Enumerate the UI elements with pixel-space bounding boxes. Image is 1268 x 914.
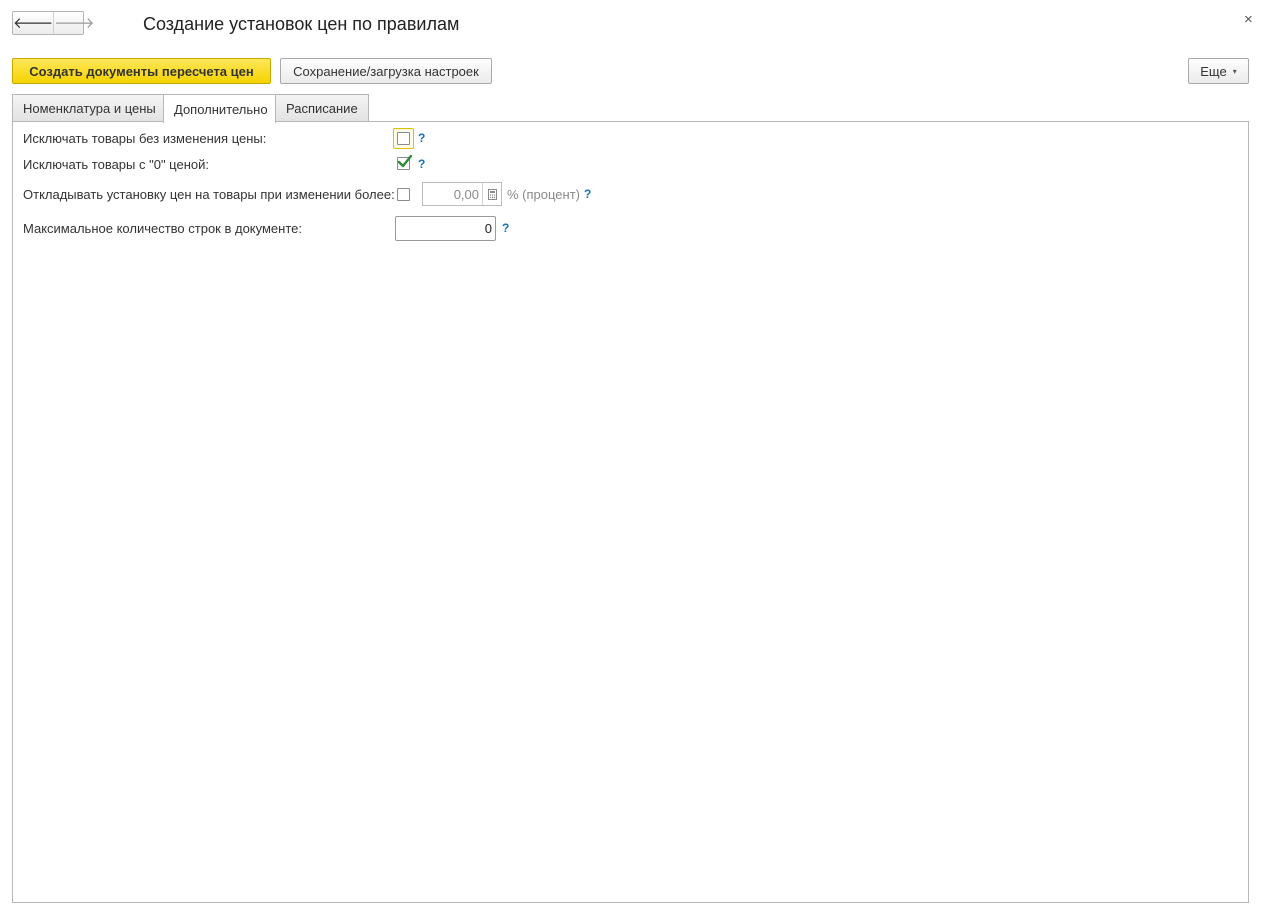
tab-additional[interactable]: Дополнительно — [163, 94, 276, 123]
max-rows-value: 0 — [484, 221, 492, 236]
exclude-zero-price-checkbox[interactable] — [397, 154, 413, 170]
exclude-unchanged-label: Исключать товары без изменения цены: — [23, 131, 267, 146]
exclude-unchanged-checkbox[interactable] — [397, 132, 410, 145]
calculator-icon[interactable] — [482, 183, 501, 205]
save-load-settings-button[interactable]: Сохранение/загрузка настроек — [280, 58, 492, 84]
more-menu-button[interactable]: Еще ▾ — [1188, 58, 1249, 84]
max-rows-input[interactable]: 0 — [395, 216, 496, 241]
max-rows-label: Максимальное количество строк в документ… — [23, 221, 302, 236]
create-price-recalc-docs-button[interactable]: Создать документы пересчета цен — [12, 58, 271, 84]
help-icon[interactable]: ? — [418, 157, 425, 171]
defer-price-label: Откладывать установку цен на товары при … — [23, 187, 395, 202]
back-arrow-icon[interactable]: 🡐 — [13, 12, 55, 34]
help-icon[interactable]: ? — [502, 221, 509, 235]
page-title: Создание установок цен по правилам — [143, 14, 460, 34]
defer-percent-input[interactable]: 0,00 — [422, 182, 502, 206]
checkmark-icon — [397, 154, 413, 168]
exclude-unchanged-checkbox-focus[interactable] — [393, 128, 414, 149]
help-icon[interactable]: ? — [418, 131, 425, 145]
close-icon[interactable]: × — [1244, 12, 1253, 27]
exclude-zero-price-label: Исключать товары с "0" ценой: — [23, 157, 209, 172]
forward-arrow-icon[interactable]: 🡒 — [54, 12, 94, 34]
calculator-icon-shape — [487, 188, 497, 200]
percent-unit-label: % (процент) — [507, 187, 580, 202]
defer-percent-value: 0,00 — [453, 186, 479, 202]
tab-schedule[interactable]: Расписание — [275, 94, 369, 122]
tab-label: Номенклатура и цены — [23, 101, 156, 116]
chevron-down-icon: ▾ — [1232, 66, 1237, 76]
tab-label: Дополнительно — [174, 101, 268, 117]
tab-content-panel — [12, 121, 1249, 903]
help-icon[interactable]: ? — [584, 187, 591, 201]
more-label: Еще — [1200, 63, 1227, 79]
defer-price-checkbox[interactable] — [397, 188, 410, 201]
tab-label: Расписание — [286, 101, 358, 116]
navigation-buttons: 🡐 🡒 — [12, 11, 94, 35]
tab-nomenclature-prices[interactable]: Номенклатура и цены — [12, 94, 164, 122]
